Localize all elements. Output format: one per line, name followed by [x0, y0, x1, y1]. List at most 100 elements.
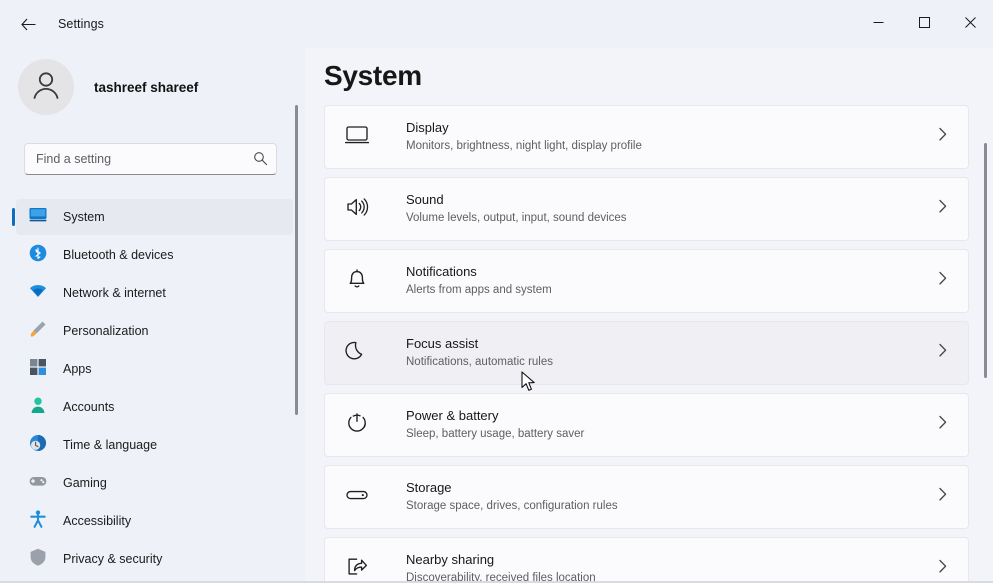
- main-content: System Display Monitors, brightness, nigh…: [305, 48, 993, 583]
- settings-row-title: Nearby sharing: [406, 552, 495, 567]
- sidebar-item-label: Network & internet: [63, 286, 166, 300]
- settings-row-subtitle: Monitors, brightness, night light, displ…: [406, 140, 642, 152]
- sidebar-icon-wrap: [28, 321, 48, 341]
- settings-row-text: Focus assist Notifications, automatic rul…: [406, 335, 553, 371]
- settings-row-icon: [345, 197, 369, 221]
- settings-row-chevron: [939, 343, 947, 363]
- settings-row-icon: [345, 411, 369, 440]
- maximize-button[interactable]: [901, 0, 947, 48]
- settings-row-storage[interactable]: Storage Storage space, drives, configurat…: [324, 465, 969, 529]
- close-button[interactable]: [947, 0, 993, 48]
- sidebar-scrollbar-thumb[interactable]: [295, 105, 298, 415]
- settings-row-chevron: [939, 127, 947, 147]
- sidebar: tashreef shareef System Bluetooth & devic…: [0, 48, 305, 583]
- sidebar-item-label: System: [63, 210, 105, 224]
- app-title: Settings: [58, 17, 104, 31]
- chevron-right-icon: [939, 271, 947, 290]
- shield-lock-icon: [28, 547, 48, 572]
- settings-row-title: Storage: [406, 480, 452, 495]
- settings-row-chevron: [939, 199, 947, 219]
- sidebar-item-gaming[interactable]: Gaming: [16, 465, 293, 501]
- wifi-icon: [28, 281, 48, 306]
- sidebar-icon-wrap: [28, 283, 48, 303]
- back-button[interactable]: [10, 8, 46, 40]
- settings-row-chevron: [939, 487, 947, 507]
- settings-row-icon: [345, 267, 369, 296]
- sidebar-item-accounts[interactable]: Accounts: [16, 389, 293, 425]
- settings-list: Display Monitors, brightness, night light…: [324, 105, 969, 583]
- avatar: [18, 59, 74, 115]
- sidebar-icon-wrap: [28, 509, 48, 531]
- settings-row-icon: [345, 557, 369, 581]
- settings-row-text: Notifications Alerts from apps and system: [406, 263, 552, 299]
- user-avatar-icon: [28, 67, 64, 108]
- content-scrollbar-thumb[interactable]: [984, 143, 987, 378]
- settings-row-title: Notifications: [406, 264, 477, 279]
- sidebar-item-personalization[interactable]: Personalization: [16, 313, 293, 349]
- settings-row-notifications[interactable]: Notifications Alerts from apps and system: [324, 249, 969, 313]
- settings-row-text: Display Monitors, brightness, night light…: [406, 119, 642, 155]
- clock-globe-icon: [28, 433, 48, 458]
- settings-row-subtitle: Alerts from apps and system: [406, 284, 552, 296]
- maximize-icon: [918, 15, 930, 33]
- settings-row-sound[interactable]: Sound Volume levels, output, input, sound…: [324, 177, 969, 241]
- sidebar-item-time-language[interactable]: Time & language: [16, 427, 293, 463]
- sidebar-item-label: Time & language: [63, 438, 158, 452]
- sidebar-item-accessibility[interactable]: Accessibility: [16, 503, 293, 539]
- chevron-right-icon: [939, 127, 947, 146]
- sidebar-item-label: Gaming: [63, 476, 107, 490]
- moon-icon: [345, 339, 369, 368]
- settings-row-display[interactable]: Display Monitors, brightness, night light…: [324, 105, 969, 169]
- bell-icon: [345, 267, 369, 296]
- paintbrush-icon: [28, 319, 48, 344]
- settings-row-subtitle: Volume levels, output, input, sound devi…: [406, 212, 627, 224]
- settings-row-chevron: [939, 415, 947, 435]
- user-profile[interactable]: tashreef shareef: [18, 57, 288, 117]
- search-input[interactable]: [24, 143, 277, 175]
- sidebar-item-label: Personalization: [63, 324, 149, 338]
- sidebar-icon-wrap: [28, 547, 48, 572]
- sidebar-icon-wrap: [28, 243, 48, 268]
- settings-row-icon: [345, 341, 369, 365]
- sidebar-scrollbar[interactable]: [295, 105, 298, 415]
- settings-row-subtitle: Storage space, drives, configuration rul…: [406, 500, 618, 512]
- settings-row-focus-assist[interactable]: Focus assist Notifications, automatic rul…: [324, 321, 969, 385]
- sidebar-item-system[interactable]: System: [12, 199, 293, 235]
- settings-row-icon: [344, 125, 370, 149]
- bluetooth-icon: [28, 243, 48, 268]
- window-controls: [855, 0, 993, 48]
- settings-row-title: Sound: [406, 192, 444, 207]
- settings-row-subtitle: Sleep, battery usage, battery saver: [406, 428, 585, 440]
- close-icon: [964, 15, 976, 33]
- sidebar-icon-wrap: [28, 433, 48, 458]
- sidebar-nav: System Bluetooth & devices Network & inter…: [0, 197, 305, 583]
- minimize-button[interactable]: [855, 0, 901, 48]
- sidebar-icon-wrap: [28, 207, 48, 227]
- search-container: [24, 143, 277, 175]
- account-person-icon: [28, 395, 48, 420]
- sidebar-item-label: Privacy & security: [63, 552, 163, 566]
- sidebar-item-privacy-security[interactable]: Privacy & security: [16, 541, 293, 577]
- settings-row-nearby-sharing[interactable]: Nearby sharing Discoverability, received …: [324, 537, 969, 583]
- power-icon: [345, 411, 369, 440]
- settings-row-text: Storage Storage space, drives, configurat…: [406, 479, 618, 515]
- settings-row-power-battery[interactable]: Power & battery Sleep, battery usage, bat…: [324, 393, 969, 457]
- settings-row-text: Sound Volume levels, output, input, sound…: [406, 191, 627, 227]
- sidebar-item-network-internet[interactable]: Network & internet: [16, 275, 293, 311]
- sidebar-item-bluetooth-devices[interactable]: Bluetooth & devices: [16, 237, 293, 273]
- settings-row-title: Display: [406, 120, 449, 135]
- speaker-icon: [345, 195, 369, 224]
- sidebar-item-apps[interactable]: Apps: [16, 351, 293, 387]
- chevron-right-icon: [939, 415, 947, 434]
- gamepad-icon: [28, 471, 48, 496]
- settings-window: Settings tashreef shareef Find a setting…: [0, 0, 993, 583]
- title-bar: Settings: [0, 0, 993, 48]
- back-arrow-icon: [20, 18, 36, 31]
- minimize-icon: [873, 15, 884, 33]
- chevron-right-icon: [939, 343, 947, 362]
- sidebar-icon-wrap: [28, 397, 48, 417]
- content-scrollbar[interactable]: [984, 48, 987, 583]
- sidebar-item-label: Bluetooth & devices: [63, 248, 174, 262]
- sidebar-icon-wrap: [28, 473, 48, 493]
- page-title: System: [324, 60, 422, 91]
